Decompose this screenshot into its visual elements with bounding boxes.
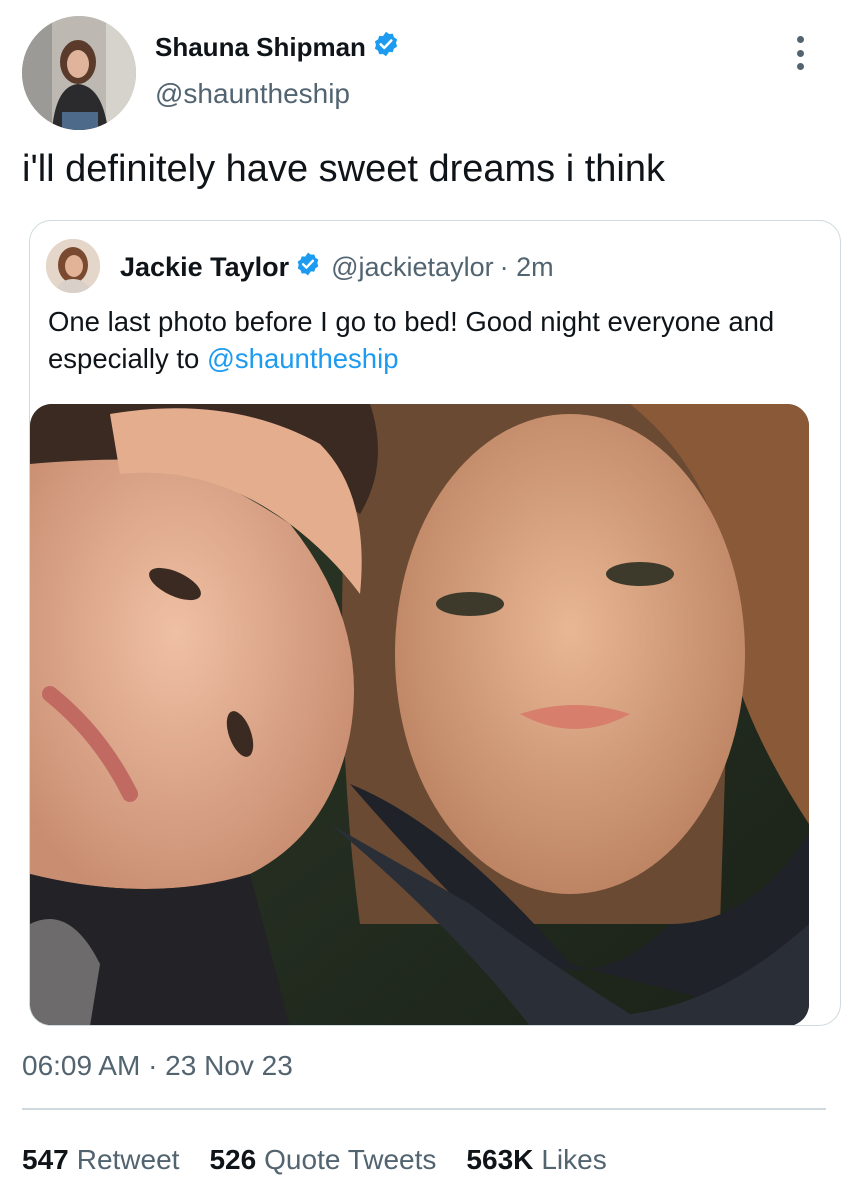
author-name[interactable]: Shauna Shipman xyxy=(155,30,400,65)
tweet-photo[interactable] xyxy=(30,404,809,1025)
quote-tweets-label: Quote Tweets xyxy=(264,1144,437,1175)
retweets-label: Retweet xyxy=(76,1144,180,1175)
likes-stat[interactable]: 563K Likes xyxy=(466,1144,606,1176)
quoted-author-avatar[interactable] xyxy=(46,239,100,293)
tweet-stats: 547 Retweet 526 Quote Tweets 563K Likes xyxy=(22,1144,637,1176)
quote-tweets-count: 526 xyxy=(209,1144,257,1175)
retweets-stat[interactable]: 547 Retweet xyxy=(22,1144,179,1176)
selfie-photo xyxy=(30,404,809,1025)
quoted-tweet-text: One last photo before I go to bed! Good … xyxy=(48,303,828,377)
author-name-text: Shauna Shipman xyxy=(155,32,366,62)
likes-label: Likes xyxy=(541,1144,607,1175)
retweets-count: 547 xyxy=(22,1144,69,1175)
likes-count: 563K xyxy=(466,1144,534,1175)
quoted-tweet-body: One last photo before I go to bed! Good … xyxy=(48,306,775,374)
quoted-avatar-photo xyxy=(46,239,100,293)
divider xyxy=(22,1108,826,1110)
quoted-author-handle[interactable]: @jackietaylor xyxy=(331,252,493,283)
author-avatar[interactable] xyxy=(22,16,136,130)
quoted-tweet-header: Jackie Taylor @jackietaylor · 2m xyxy=(120,251,554,284)
more-options-icon[interactable] xyxy=(790,36,810,70)
quote-tweets-stat[interactable]: 526 Quote Tweets xyxy=(209,1144,436,1176)
verified-badge-icon xyxy=(372,30,400,65)
quoted-author-name[interactable]: Jackie Taylor xyxy=(120,252,289,283)
tweet-timestamp[interactable]: 06:09 AM · 23 Nov 23 xyxy=(22,1050,293,1082)
author-avatar-photo xyxy=(22,16,136,130)
tweet-text: i'll definitely have sweet dreams i thin… xyxy=(22,148,665,190)
author-handle[interactable]: @shauntheship xyxy=(155,78,350,110)
quoted-verified-badge-icon xyxy=(295,251,321,284)
quoted-tweet-card[interactable]: Jackie Taylor @jackietaylor · 2m One las… xyxy=(29,220,841,1026)
mention-link[interactable]: @shauntheship xyxy=(207,343,399,374)
quoted-tweet-time: · 2m xyxy=(499,252,554,282)
